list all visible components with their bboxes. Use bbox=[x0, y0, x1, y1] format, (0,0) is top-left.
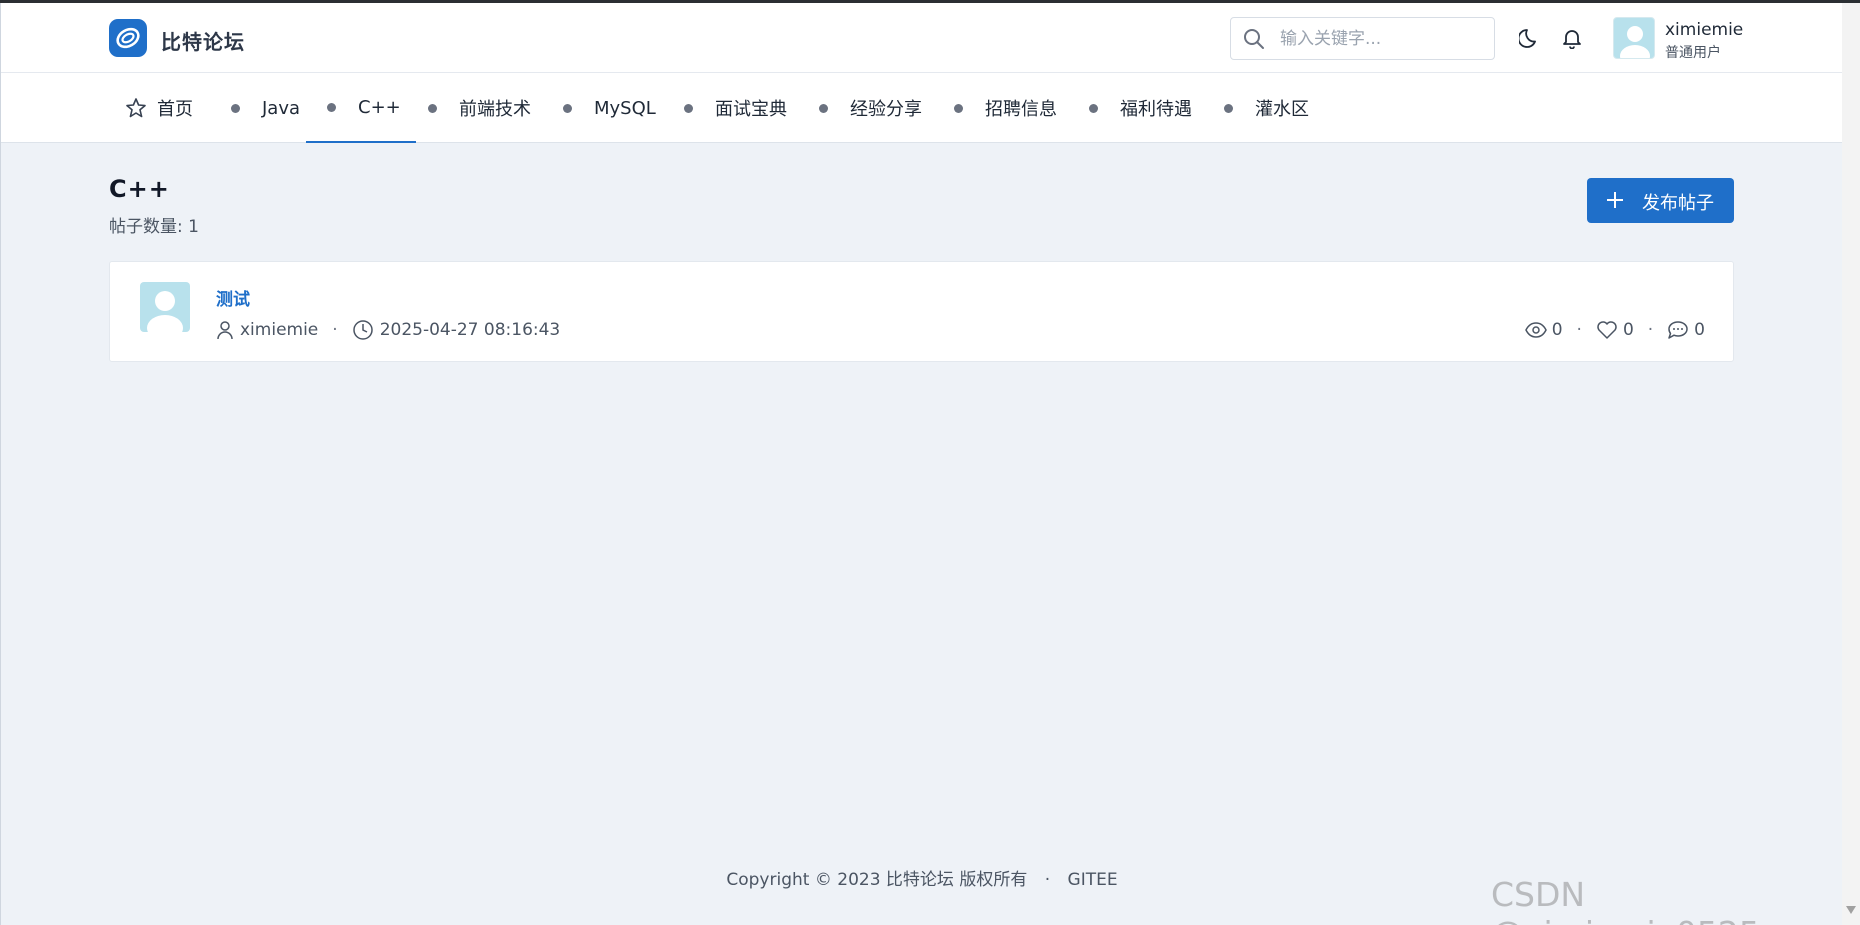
nav-label: 面试宝典 bbox=[715, 99, 787, 120]
bullet-icon bbox=[231, 103, 240, 113]
bell-icon[interactable] bbox=[1561, 27, 1583, 49]
nav-label: 招聘信息 bbox=[985, 99, 1057, 120]
nav-item-jobs[interactable]: 招聘信息 bbox=[954, 73, 1057, 143]
nav-item-java[interactable]: Java bbox=[231, 73, 300, 143]
copyright-text: Copyright © 2023 比特论坛 版权所有 bbox=[726, 870, 1028, 890]
new-post-button[interactable]: 发布帖子 bbox=[1587, 178, 1734, 223]
post-author[interactable]: ximiemie bbox=[240, 320, 318, 340]
view-count: 0 bbox=[1551, 320, 1563, 340]
separator: · bbox=[1044, 870, 1051, 890]
plus-icon bbox=[1607, 192, 1623, 208]
bullet-icon bbox=[428, 103, 437, 113]
header: 比特论坛 ximiemie 普通用户 bbox=[1, 3, 1843, 73]
avatar[interactable] bbox=[1613, 17, 1655, 59]
category-nav: 首页 Java C++ 前端技术 MySQL 面试宝典 经验分享 招聘信息 福利… bbox=[1, 73, 1843, 143]
page: 比特论坛 ximiemie 普通用户 bbox=[0, 3, 1843, 925]
bullet-icon bbox=[1089, 103, 1098, 113]
separator: · bbox=[332, 320, 338, 340]
eye-icon bbox=[1524, 322, 1547, 338]
star-icon bbox=[126, 98, 146, 118]
separator: · bbox=[1576, 320, 1582, 340]
separator: · bbox=[1647, 320, 1654, 340]
nav-item-frontend[interactable]: 前端技术 bbox=[428, 73, 531, 143]
post-count: 帖子数量: 1 bbox=[109, 217, 199, 237]
bullet-icon bbox=[327, 102, 336, 112]
nav-item-mysql[interactable]: MySQL bbox=[563, 73, 656, 143]
bullet-icon bbox=[954, 103, 963, 113]
comment-icon bbox=[1668, 321, 1688, 339]
page-title: C++ bbox=[109, 175, 170, 203]
search-box[interactable] bbox=[1230, 17, 1495, 60]
nav-label: 前端技术 bbox=[459, 99, 531, 120]
post-time: 2025-04-27 08:16:43 bbox=[379, 320, 561, 340]
nav-item-benefits[interactable]: 福利待遇 bbox=[1089, 73, 1192, 143]
post-meta: ximiemie · 2025-04-27 08:16:43 bbox=[216, 318, 560, 342]
nav-label: 灌水区 bbox=[1255, 99, 1309, 120]
user-role: 普通用户 bbox=[1665, 45, 1721, 61]
heart-icon bbox=[1597, 321, 1617, 339]
nav-label: 经验分享 bbox=[850, 99, 922, 120]
scroll-down-icon[interactable] bbox=[1846, 906, 1856, 914]
user-name[interactable]: ximiemie bbox=[1665, 20, 1743, 40]
nav-item-home[interactable]: 首页 bbox=[125, 73, 193, 143]
nav-label: C++ bbox=[358, 96, 401, 118]
gitee-link[interactable]: GITEE bbox=[1068, 870, 1118, 890]
nav-item-interview[interactable]: 面试宝典 bbox=[684, 73, 787, 143]
nav-label: 首页 bbox=[157, 99, 193, 120]
post-title[interactable]: 测试 bbox=[216, 285, 250, 310]
avatar[interactable] bbox=[140, 282, 190, 332]
logo-icon[interactable] bbox=[109, 19, 147, 57]
nav-label: Java bbox=[262, 97, 301, 119]
bullet-icon bbox=[819, 103, 828, 113]
search-input[interactable] bbox=[1280, 26, 1480, 52]
nav-label: 福利待遇 bbox=[1120, 99, 1192, 120]
clock-icon bbox=[352, 320, 373, 340]
nav-label: MySQL bbox=[594, 97, 656, 119]
user-icon bbox=[217, 321, 233, 340]
comment-count: 0 bbox=[1694, 320, 1705, 340]
new-post-label: 发布帖子 bbox=[1642, 193, 1714, 213]
watermark: CSDN @ximiemie0525 bbox=[1491, 875, 1760, 925]
moon-icon[interactable] bbox=[1519, 27, 1541, 49]
like-count: 0 bbox=[1622, 320, 1634, 340]
scrollbar[interactable] bbox=[1842, 3, 1860, 925]
list-item[interactable]: 测试 ximiemie · 2025-04-27 08:16:43 0 · 0 … bbox=[109, 261, 1734, 362]
bullet-icon bbox=[684, 103, 693, 113]
nav-item-cpp[interactable]: C++ bbox=[306, 73, 416, 143]
bullet-icon bbox=[563, 103, 572, 113]
nav-item-chat[interactable]: 灌水区 bbox=[1224, 73, 1309, 143]
search-icon[interactable] bbox=[1243, 28, 1265, 50]
post-stats: 0 · 0 · 0 bbox=[1524, 318, 1705, 342]
nav-item-experience[interactable]: 经验分享 bbox=[819, 73, 922, 143]
brand-name[interactable]: 比特论坛 bbox=[161, 26, 245, 55]
bullet-icon bbox=[1224, 103, 1233, 113]
